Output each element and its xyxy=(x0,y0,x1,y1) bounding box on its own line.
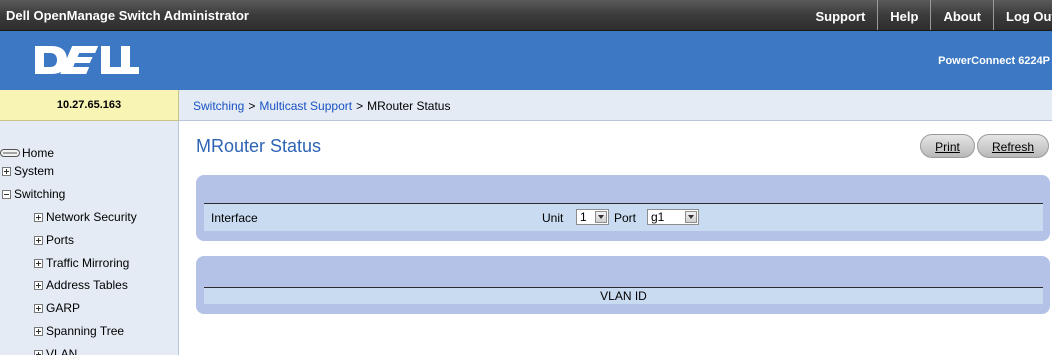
breadcrumb-separator: > xyxy=(248,99,256,113)
sidebar-item-label: Home xyxy=(22,146,55,160)
sidebar-item-ports[interactable]: Ports xyxy=(34,233,74,247)
chevron-down-icon xyxy=(595,211,607,223)
expand-icon[interactable] xyxy=(34,212,43,222)
sidebar-item-home[interactable]: Home xyxy=(0,146,54,160)
sidebar-item-label: GARP xyxy=(46,301,81,315)
expand-icon[interactable] xyxy=(34,235,43,245)
column-header-vlan-id: VLAN ID xyxy=(600,289,647,303)
help-link[interactable]: Help xyxy=(877,0,930,30)
port-label: Port xyxy=(614,211,637,225)
sidebar-item-vlan[interactable]: VLAN xyxy=(34,347,77,355)
sidebar-nav: Home System Switching Network Security P… xyxy=(0,121,179,355)
chevron-down-icon xyxy=(685,211,697,223)
breadcrumb-multicast-support[interactable]: Multicast Support xyxy=(259,99,352,113)
sidebar-item-label: Traffic Mirroring xyxy=(46,256,130,270)
sidebar-item-label: Network Security xyxy=(46,210,137,224)
sidebar-item-label: System xyxy=(14,164,55,178)
sidebar-item-label: Spanning Tree xyxy=(46,324,125,338)
app-title: Dell OpenManage Switch Administrator xyxy=(6,8,249,23)
sidebar-item-label: Address Tables xyxy=(46,278,128,292)
breadcrumb: Switching > Multicast Support > MRouter Stat… xyxy=(193,99,450,113)
sidebar-item-label: Switching xyxy=(14,187,66,201)
page-title: MRouter Status xyxy=(196,136,322,156)
sidebar-item-label: VLAN xyxy=(46,347,78,355)
table-header-row: VLAN ID xyxy=(204,287,1043,304)
collapse-icon[interactable] xyxy=(2,189,11,199)
dell-logo xyxy=(35,46,139,74)
print-button[interactable]: Print xyxy=(920,134,975,158)
sidebar-item-garp[interactable]: GARP xyxy=(34,301,80,315)
refresh-button[interactable]: Refresh xyxy=(977,134,1049,158)
home-icon xyxy=(0,149,20,157)
breadcrumb-separator: > xyxy=(356,99,364,113)
breadcrumb-current: MRouter Status xyxy=(367,99,451,113)
top-links: Support Help About Log Out xyxy=(803,0,1052,30)
unit-select[interactable]: 1 xyxy=(576,209,609,225)
sidebar-item-address-tables[interactable]: Address Tables xyxy=(34,278,128,292)
expand-icon[interactable] xyxy=(34,326,43,336)
port-select[interactable]: g1 xyxy=(647,209,699,225)
expand-icon[interactable] xyxy=(34,258,43,268)
expand-icon[interactable] xyxy=(34,280,43,290)
interface-label: Interface xyxy=(211,211,258,225)
interface-row: Interface Unit 1 Port g1 xyxy=(204,203,1043,231)
about-link[interactable]: About xyxy=(930,0,993,30)
ip-address: 10.27.65.163 xyxy=(0,90,179,121)
sidebar-item-system[interactable]: System xyxy=(2,164,54,178)
expand-icon[interactable] xyxy=(2,166,11,176)
breadcrumb-switching[interactable]: Switching xyxy=(193,99,244,113)
header-band: PowerConnect 6224P xyxy=(0,31,1052,90)
sidebar-item-label: Ports xyxy=(46,233,75,247)
expand-icon[interactable] xyxy=(34,303,43,313)
device-model: PowerConnect 6224P xyxy=(938,55,1050,67)
support-link[interactable]: Support xyxy=(803,0,877,30)
sidebar-item-switching[interactable]: Switching xyxy=(2,187,65,201)
unit-select-value: 1 xyxy=(580,210,587,224)
breadcrumb-bar: Switching > Multicast Support > MRouter Stat… xyxy=(179,90,1052,121)
sidebar-item-network-security[interactable]: Network Security xyxy=(34,210,137,224)
logout-link[interactable]: Log Out xyxy=(993,0,1052,30)
mrouter-table-panel: VLAN ID xyxy=(196,256,1050,314)
unit-label: Unit xyxy=(542,211,564,225)
sidebar-item-traffic-mirroring[interactable]: Traffic Mirroring xyxy=(34,256,129,270)
sidebar-item-spanning-tree[interactable]: Spanning Tree xyxy=(34,324,124,338)
interface-panel: Interface Unit 1 Port g1 xyxy=(196,175,1050,241)
top-bar: Dell OpenManage Switch Administrator Sup… xyxy=(0,0,1052,31)
port-select-value: g1 xyxy=(651,210,665,224)
expand-icon[interactable] xyxy=(34,349,43,355)
